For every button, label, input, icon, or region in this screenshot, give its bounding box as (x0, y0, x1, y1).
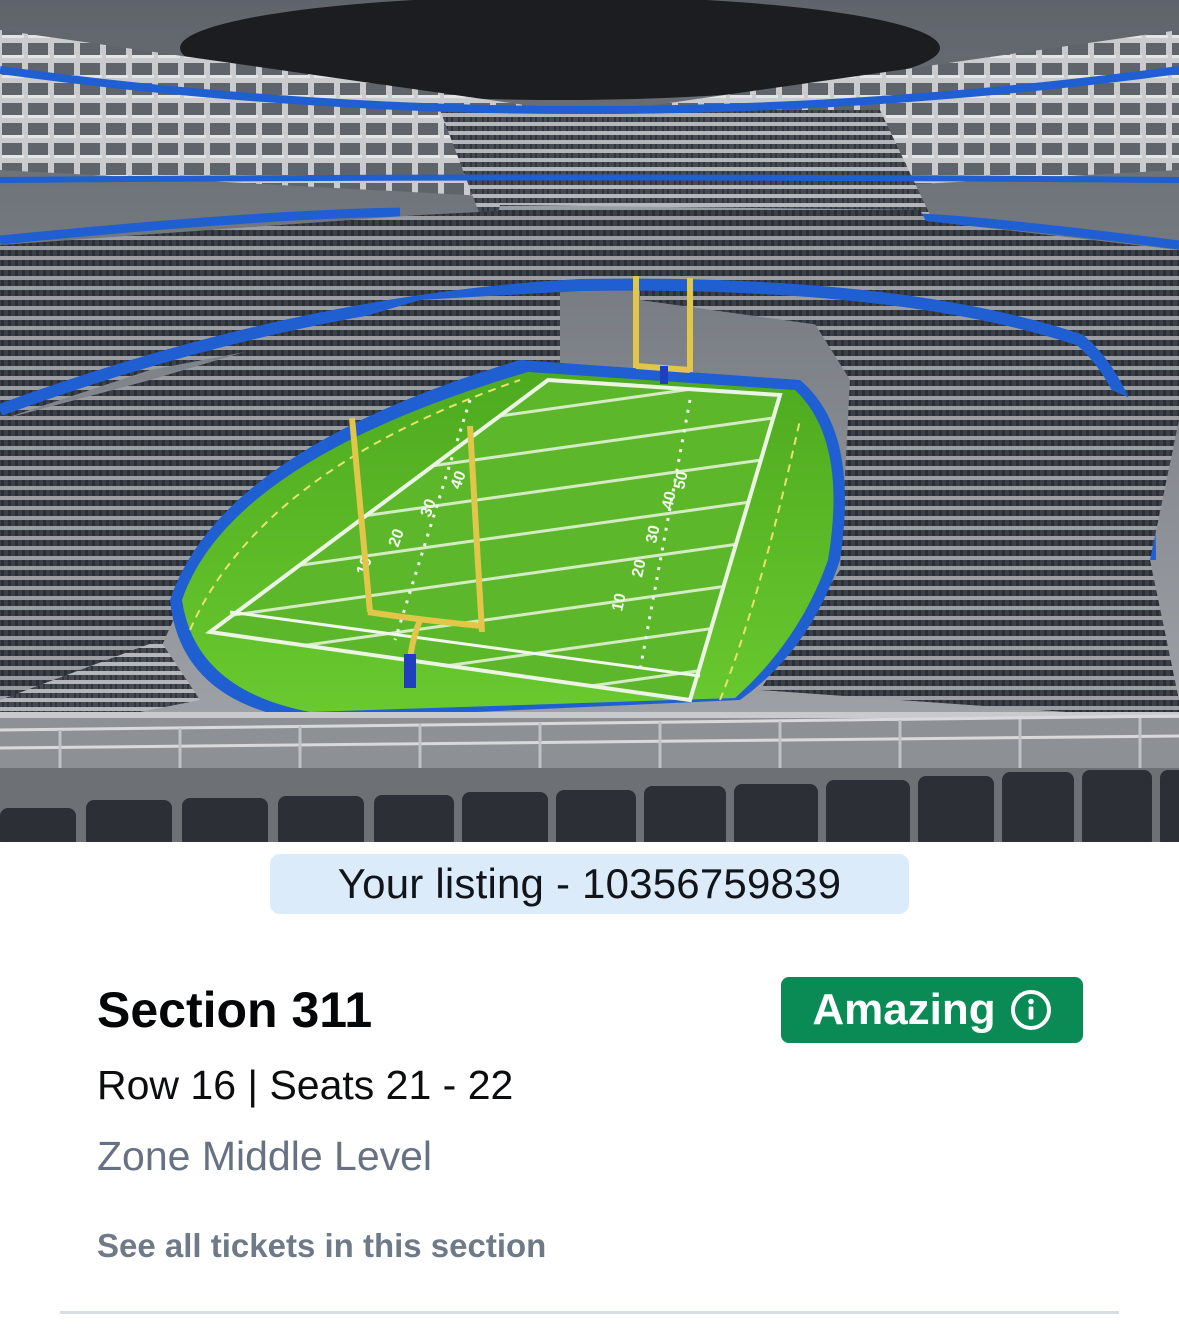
svg-text:50: 50 (671, 470, 691, 491)
your-listing-badge: Your listing - 10356759839 (270, 854, 909, 914)
svg-text:10: 10 (609, 592, 629, 613)
zone-label: Zone Middle Level (97, 1133, 433, 1179)
rating-label: Amazing (812, 985, 996, 1034)
svg-text:20: 20 (629, 558, 649, 579)
seat-rating-badge[interactable]: Amazing (781, 977, 1083, 1043)
divider (60, 1311, 1119, 1314)
svg-text:30: 30 (643, 524, 663, 545)
seat-view-image: 10 20 30 40 50 10 20 30 40 (0, 0, 1179, 842)
row-and-seats: Row 16 | Seats 21 - 22 (97, 1062, 514, 1108)
section-title: Section 311 (97, 982, 373, 1038)
ticket-listing-page: 10 20 30 40 50 10 20 30 40 Your listing … (0, 0, 1179, 1341)
see-all-tickets-link[interactable]: See all tickets in this section (97, 1224, 546, 1268)
svg-text:40: 40 (659, 490, 679, 511)
info-icon[interactable] (1010, 989, 1052, 1031)
listing-label: Your listing - 10356759839 (337, 860, 842, 907)
